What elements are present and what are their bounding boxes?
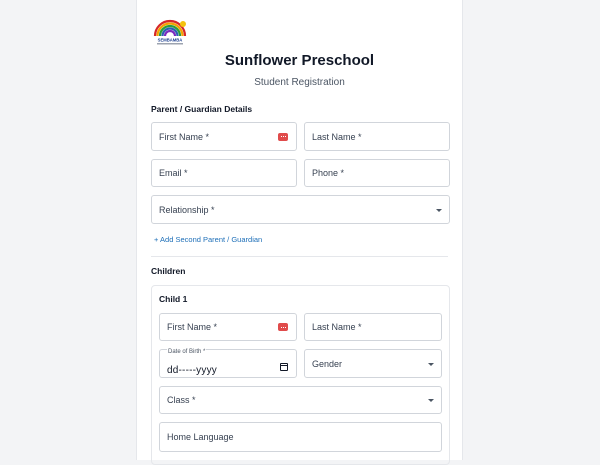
parent-last-name-field[interactable]: Last Name *: [304, 122, 450, 151]
child-first-name-field[interactable]: First Name *: [159, 313, 297, 341]
parent-phone-field[interactable]: Phone *: [304, 159, 450, 187]
autofill-badge-icon[interactable]: [278, 132, 288, 141]
gender-placeholder: Gender: [312, 358, 343, 369]
date-of-birth-field[interactable]: Date of Birth * dd-----yyyy: [159, 349, 297, 378]
svg-text:SEMBAMBA: SEMBAMBA: [158, 38, 183, 43]
child-last-name-field[interactable]: Last Name *: [304, 313, 442, 341]
home-language-placeholder: Home Language: [167, 432, 234, 442]
parent-section-heading: Parent / Guardian Details: [151, 104, 253, 114]
class-placeholder: Class *: [167, 395, 196, 405]
school-logo: SEMBAMBA: [153, 19, 187, 45]
registration-card: SEMBAMBA Sunflower Preschool Student Reg…: [136, 0, 463, 465]
parent-first-name-placeholder: First Name *: [159, 131, 210, 142]
parent-email-placeholder: Email *: [159, 168, 188, 178]
child-1-heading: Child 1: [159, 294, 188, 304]
child-first-name-placeholder: First Name *: [167, 322, 218, 332]
parent-last-name-placeholder: Last Name *: [312, 131, 362, 142]
relationship-placeholder: Relationship *: [159, 204, 215, 215]
gender-select[interactable]: Gender: [304, 349, 442, 378]
school-name: Sunflower Preschool: [224, 52, 375, 69]
class-select[interactable]: Class *: [159, 386, 442, 414]
parent-email-field[interactable]: Email *: [151, 159, 297, 187]
autofill-badge-icon[interactable]: [278, 323, 288, 331]
section-divider: [151, 256, 448, 257]
calendar-icon[interactable]: [280, 363, 288, 371]
parent-first-name-field[interactable]: First Name *: [151, 122, 297, 151]
add-second-guardian-link[interactable]: + Add Second Parent / Guardian: [154, 235, 262, 244]
date-of-birth-label: Date of Birth *: [167, 349, 207, 355]
child-last-name-placeholder: Last Name *: [312, 322, 362, 332]
chevron-down-icon: [428, 399, 434, 402]
home-language-field[interactable]: Home Language: [159, 422, 442, 452]
chevron-down-icon: [436, 208, 442, 212]
chevron-down-icon: [428, 362, 434, 366]
date-of-birth-value: dd-----yyyy: [167, 365, 217, 376]
children-section-heading: Children: [151, 266, 186, 276]
parent-phone-placeholder: Phone *: [312, 168, 345, 178]
relationship-select[interactable]: Relationship *: [151, 195, 450, 224]
page-subtitle: Student Registration: [254, 77, 345, 88]
